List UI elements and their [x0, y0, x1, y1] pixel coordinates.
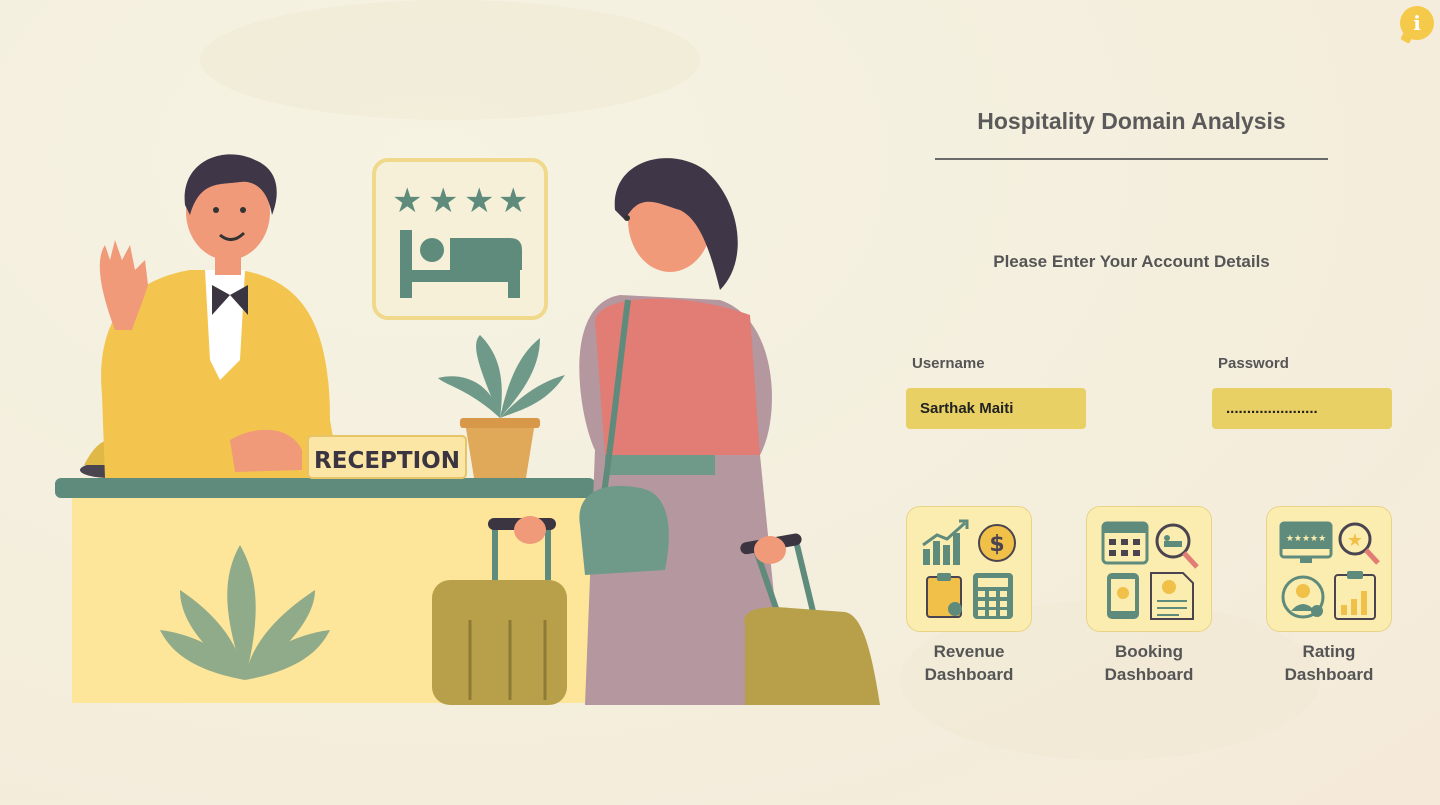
booking-dashboard-icon: [1101, 521, 1199, 620]
rating-dashboard-button[interactable]: ★★★★★ ★: [1266, 506, 1392, 632]
login-subtitle: Please Enter Your Account Details: [993, 252, 1270, 271]
svg-text:★: ★: [428, 181, 458, 221]
username-label: Username: [912, 355, 985, 372]
svg-text:★: ★: [464, 181, 494, 221]
revenue-dashboard-label[interactable]: Revenue Dashboard: [889, 640, 1049, 686]
revenue-dashboard-icon: $: [922, 519, 1016, 619]
receptionist-figure: [99, 154, 341, 478]
svg-text:$: $: [989, 532, 1004, 557]
password-field[interactable]: [1212, 388, 1392, 429]
password-label: Password: [1218, 355, 1289, 372]
rating-dashboard-icon: ★★★★★ ★: [1279, 521, 1380, 620]
username-field[interactable]: [906, 388, 1086, 429]
svg-text:★★★★★: ★★★★★: [1286, 534, 1326, 544]
title-divider: [935, 158, 1328, 160]
svg-text:★: ★: [498, 181, 528, 221]
rating-dashboard-label[interactable]: Rating Dashboard: [1249, 640, 1409, 686]
background-texture: [200, 0, 700, 120]
booking-dashboard-label[interactable]: Booking Dashboard: [1069, 640, 1229, 686]
svg-text:★: ★: [392, 181, 422, 221]
reception-illustration: RECEPTION ★ ★ ★ ★: [55, 154, 880, 705]
revenue-dashboard-button[interactable]: $: [906, 506, 1032, 632]
svg-text:RECEPTION: RECEPTION: [314, 448, 460, 474]
info-icon[interactable]: i: [1400, 6, 1434, 40]
svg-text:★: ★: [1347, 530, 1363, 551]
desk-top: [55, 478, 595, 498]
reception-sign: RECEPTION: [307, 435, 467, 479]
page-title: Hospitality Domain Analysis: [977, 108, 1286, 134]
booking-dashboard-button[interactable]: [1086, 506, 1212, 632]
hotel-rating-sign-icon: ★ ★ ★ ★: [372, 158, 548, 320]
